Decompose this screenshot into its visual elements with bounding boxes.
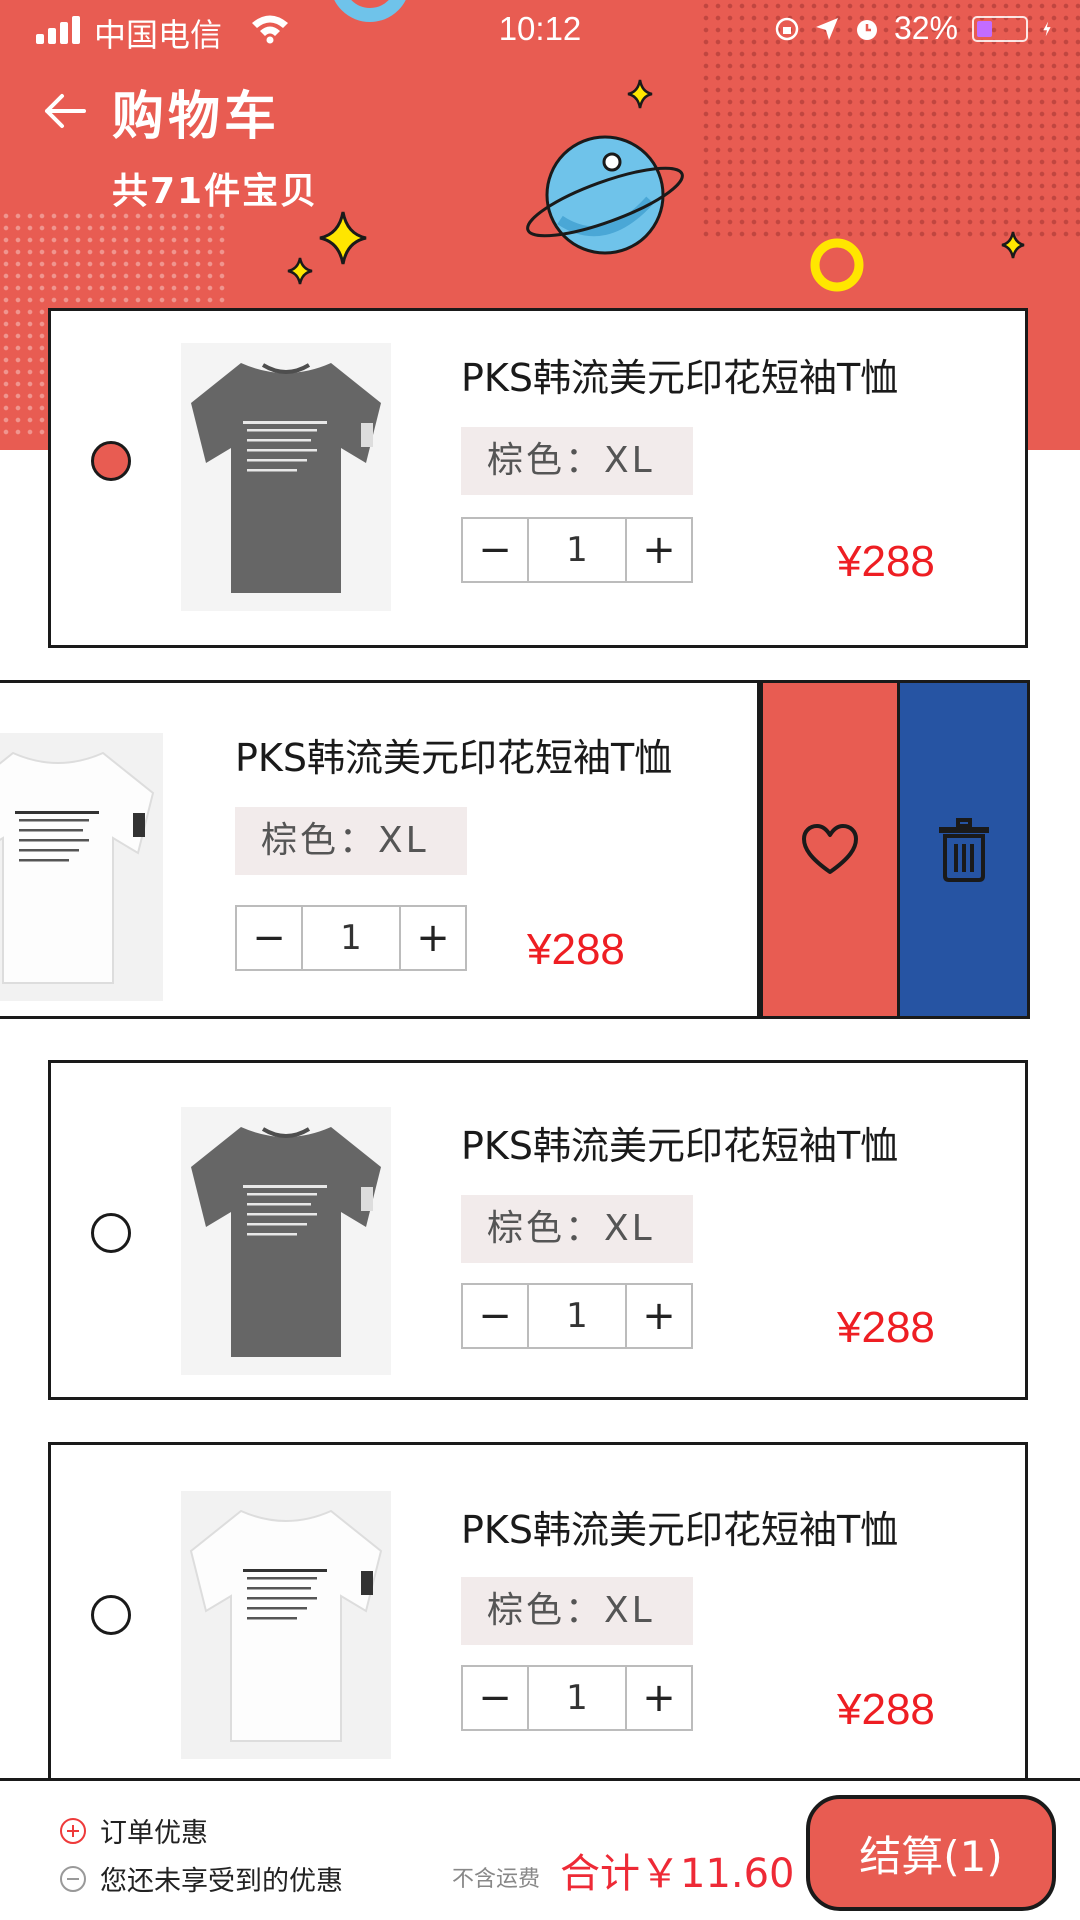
charging-icon (1043, 21, 1051, 36)
product-title: PKS韩流美元印花短袖T恤 (461, 1124, 899, 1168)
yellow-ring-decoration (810, 238, 864, 292)
decrease-button[interactable]: − (463, 1285, 527, 1347)
heart-icon (802, 823, 858, 874)
quantity-value[interactable]: 1 (527, 1285, 627, 1347)
alarm-icon (856, 19, 877, 40)
tshirt-image (181, 1107, 391, 1375)
item-count-subtitle: 共71件宝贝 (112, 171, 319, 212)
status-bar: 中国电信 10:12 32% (0, 0, 1080, 60)
product-title: PKS韩流美元印花短袖T恤 (461, 1508, 899, 1552)
page-title: 购物车 (112, 87, 281, 147)
quantity-stepper: − 1 + (235, 905, 467, 971)
plus-circle-icon (60, 1817, 86, 1844)
product-price: ¥288 (837, 1303, 935, 1352)
location-icon (815, 17, 838, 40)
status-icons: 32% (774, 10, 1058, 47)
product-title: PKS韩流美元印花短袖T恤 (235, 736, 673, 780)
planet-decoration (526, 135, 684, 255)
tshirt-image (181, 343, 391, 611)
cart-item[interactable]: PKS韩流美元印花短袖T恤 棕色：XL − 1 + ¥288 (48, 308, 1028, 648)
decrease-button[interactable]: − (463, 1667, 527, 1729)
sparkle-icon (627, 79, 653, 109)
sparkle-icon (319, 211, 367, 265)
checkout-button[interactable]: 结算(1) (806, 1795, 1056, 1911)
quantity-value[interactable]: 1 (527, 1667, 627, 1729)
tshirt-image (0, 733, 163, 1001)
product-price: ¥288 (837, 537, 935, 586)
trash-icon (938, 817, 989, 882)
rotation-lock-icon (775, 17, 799, 40)
favorite-button[interactable] (760, 680, 900, 1019)
battery-percent: 32% (893, 10, 958, 46)
select-radio[interactable] (91, 441, 131, 481)
battery-icon (972, 15, 1028, 42)
increase-button[interactable]: + (627, 1285, 691, 1347)
total-amount: 合计￥11.60 (560, 1851, 795, 1897)
quantity-value[interactable]: 1 (301, 907, 401, 969)
shipping-note: 不含运费 (452, 1867, 541, 1892)
decrease-button[interactable]: − (237, 907, 301, 969)
cart-item-swiped[interactable]: PKS韩流美元印花短袖T恤 棕色：XL − 1 + ¥288 (0, 680, 760, 1019)
product-title: PKS韩流美元印花短袖T恤 (461, 356, 899, 400)
product-spec[interactable]: 棕色：XL (461, 1195, 693, 1263)
minus-circle-icon (60, 1865, 86, 1892)
sparkle-icon (287, 257, 313, 285)
select-radio[interactable] (91, 1595, 131, 1635)
checkout-bar: 订单优惠 您还未享受到的优惠 不含运费 合计￥11.60 结算(1) (0, 1778, 1080, 1920)
increase-button[interactable]: + (627, 519, 691, 581)
product-thumbnail[interactable] (181, 1107, 391, 1375)
increase-button[interactable]: + (401, 907, 465, 969)
unused-promo-link[interactable]: 您还未享受到的优惠 (60, 1859, 343, 1898)
increase-button[interactable]: + (627, 1667, 691, 1729)
product-thumbnail[interactable] (181, 1491, 391, 1759)
product-spec[interactable]: 棕色：XL (461, 427, 693, 495)
quantity-stepper: − 1 + (461, 517, 693, 583)
sparkle-icon (1001, 231, 1025, 259)
product-thumbnail[interactable] (181, 343, 391, 611)
delete-button[interactable] (900, 680, 1030, 1019)
product-price: ¥288 (837, 1685, 935, 1734)
product-thumbnail[interactable] (0, 733, 163, 1001)
quantity-value[interactable]: 1 (527, 519, 627, 581)
select-radio[interactable] (91, 1213, 131, 1253)
product-spec[interactable]: 棕色：XL (235, 807, 467, 875)
quantity-stepper: − 1 + (461, 1665, 693, 1731)
cart-item[interactable]: PKS韩流美元印花短袖T恤 棕色：XL − 1 + ¥288 (48, 1442, 1028, 1778)
order-promo-link[interactable]: 订单优惠 (60, 1811, 208, 1850)
back-arrow-icon[interactable] (42, 88, 88, 134)
order-promo-label: 订单优惠 (100, 1818, 208, 1849)
quantity-stepper: − 1 + (461, 1283, 693, 1349)
cart-item[interactable]: PKS韩流美元印花短袖T恤 棕色：XL − 1 + ¥288 (48, 1060, 1028, 1400)
product-price: ¥288 (527, 925, 625, 974)
decrease-button[interactable]: − (463, 519, 527, 581)
unused-promo-label: 您还未享受到的优惠 (100, 1866, 343, 1897)
tshirt-image (181, 1491, 391, 1759)
product-spec[interactable]: 棕色：XL (461, 1577, 693, 1645)
